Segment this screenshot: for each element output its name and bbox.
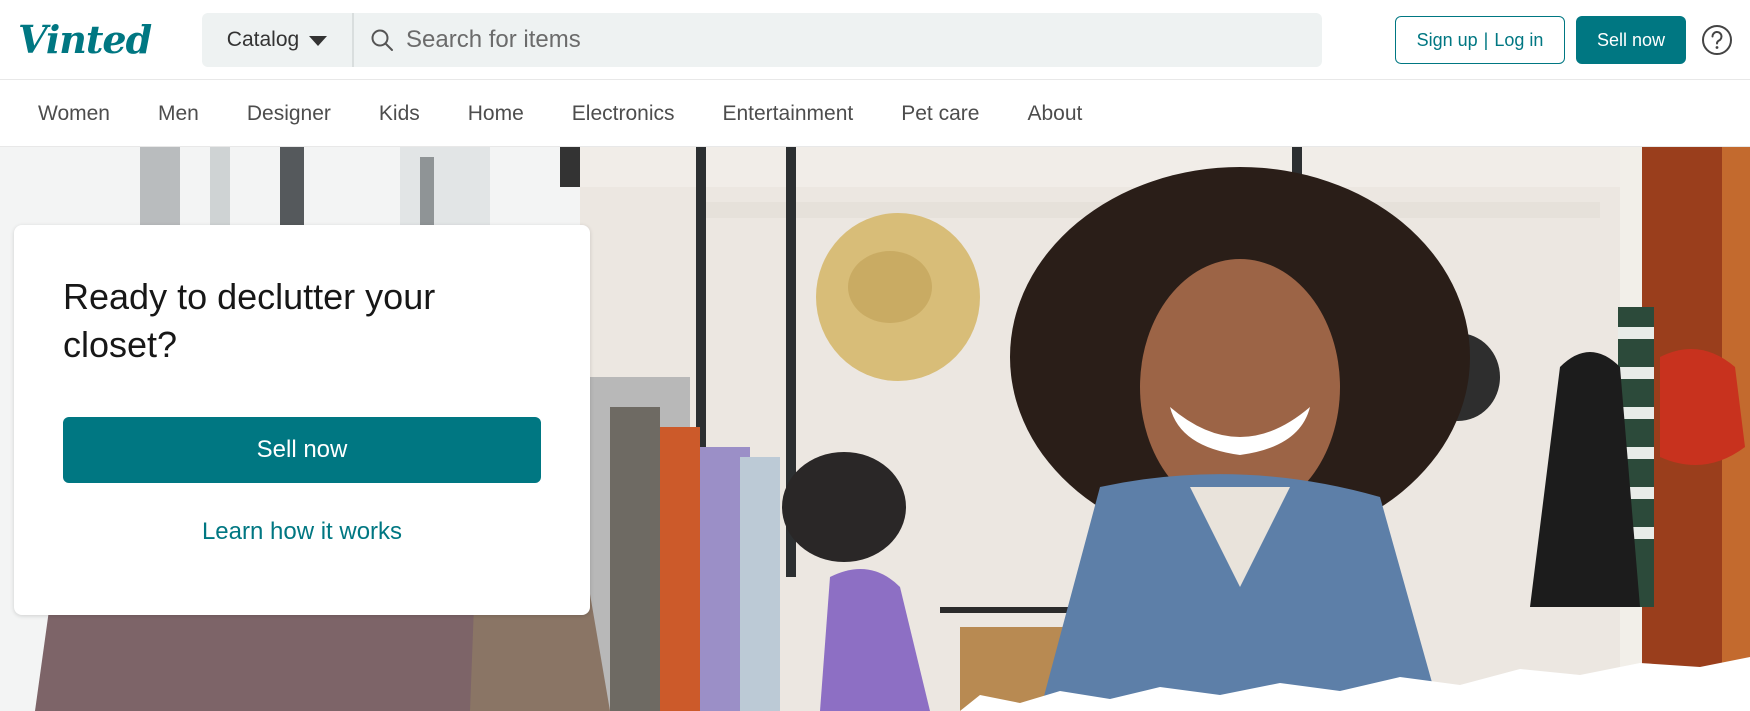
nav-item-about[interactable]: About: [1027, 102, 1082, 126]
catalog-label: Catalog: [226, 28, 300, 51]
hero-card: Ready to declutter your closet? Sell now…: [14, 225, 590, 615]
nav-item-electronics[interactable]: Electronics: [572, 102, 675, 126]
nav-item-pet-care[interactable]: Pet care: [901, 102, 979, 126]
login-link[interactable]: Log in: [1494, 30, 1543, 51]
caret-down-icon: [309, 36, 328, 46]
nav-item-women[interactable]: Women: [38, 102, 110, 126]
hero-title: Ready to declutter your closet?: [63, 276, 436, 365]
site-header: Vinted Catalog Sign up | Log in Sell now: [0, 0, 1750, 80]
category-nav: Women Men Designer Kids Home Electronics…: [0, 81, 1750, 147]
learn-how-it-works-link[interactable]: Learn how it works: [63, 515, 541, 549]
logo-text: Vinted: [18, 16, 152, 62]
nav-item-designer[interactable]: Designer: [247, 102, 331, 126]
search-bar: Catalog: [202, 13, 1322, 67]
search-icon: [371, 29, 393, 51]
search-input[interactable]: [394, 13, 1322, 67]
catalog-dropdown[interactable]: Catalog: [202, 13, 354, 67]
sell-now-button[interactable]: Sell now: [1576, 16, 1686, 64]
question-circle-icon[interactable]: [1701, 24, 1733, 56]
vinted-logo[interactable]: Vinted: [18, 14, 152, 64]
nav-item-entertainment[interactable]: Entertainment: [722, 102, 853, 126]
hero-banner: Ready to declutter your closet? Sell now…: [0, 147, 1750, 711]
nav-item-home[interactable]: Home: [468, 102, 524, 126]
signup-login-button: Sign up | Log in: [1395, 16, 1565, 64]
nav-item-kids[interactable]: Kids: [379, 102, 420, 126]
nav-item-men[interactable]: Men: [158, 102, 199, 126]
auth-separator: |: [1483, 29, 1489, 50]
signup-link[interactable]: Sign up: [1417, 30, 1478, 51]
hero-sell-now-button[interactable]: Sell now: [63, 417, 541, 483]
